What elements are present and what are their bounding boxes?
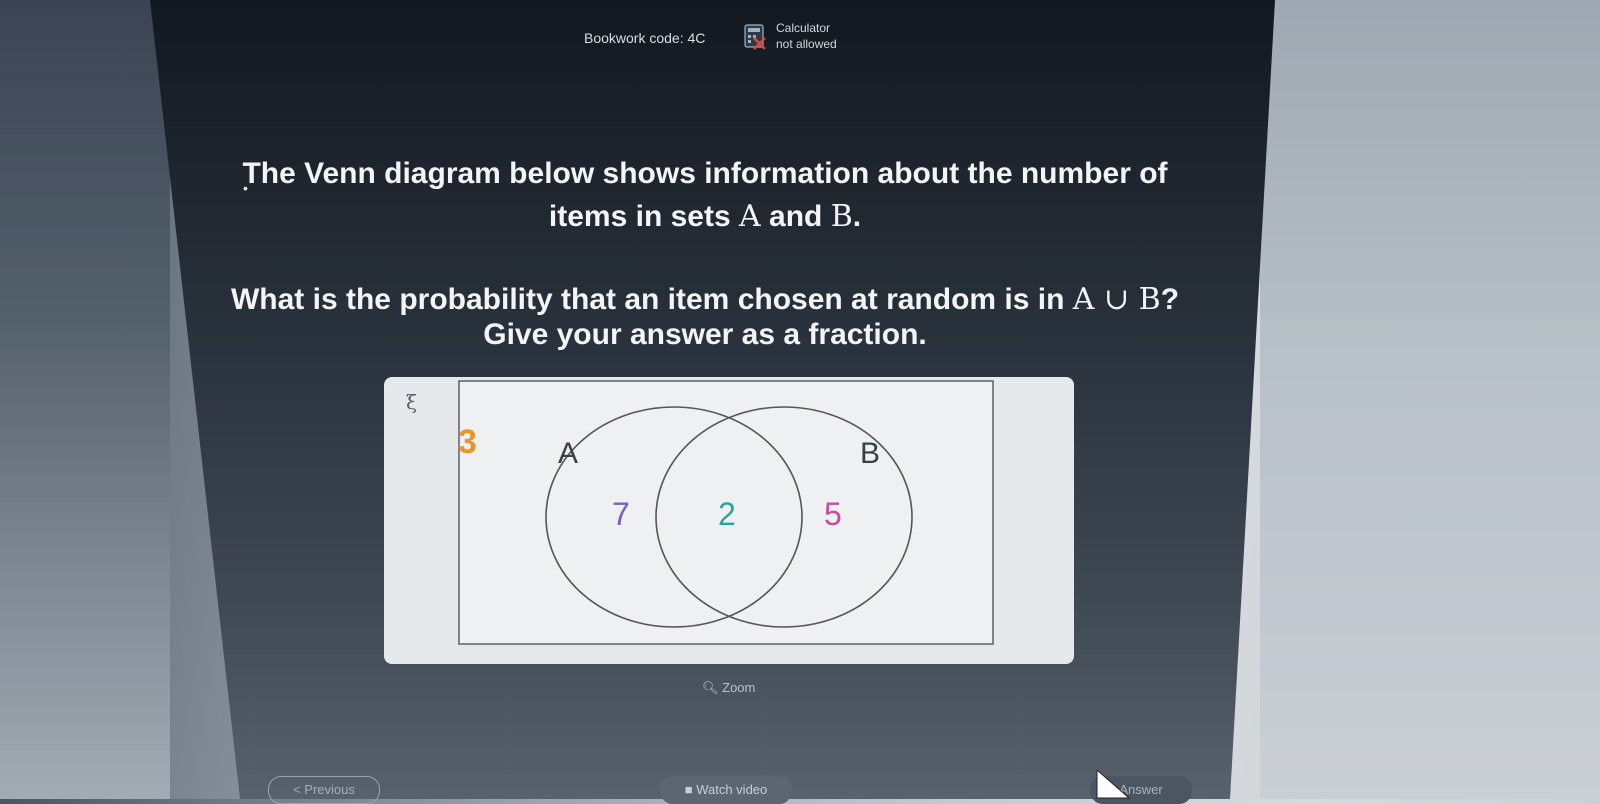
- set-a-label: A: [558, 437, 578, 470]
- question-line-3-post: ?: [1160, 283, 1180, 316]
- question-line-2-pre: items in sets: [548, 200, 739, 233]
- intersection-value: 2: [718, 496, 736, 532]
- header-bar: Bookwork code: 4C Calculator not allowed: [0, 0, 1600, 80]
- question-line-2: items in sets A and B.: [0, 199, 1410, 234]
- magnifier-icon: 🔍︎: [702, 680, 719, 695]
- only-b-value: 5: [824, 496, 842, 532]
- set-b-label: B: [860, 437, 880, 470]
- set-a-symbol: A: [739, 199, 761, 234]
- set-b-symbol: B: [830, 199, 853, 234]
- calculator-label: Calculator: [776, 21, 831, 35]
- question-line-4: Give your answer as a fraction.: [483, 318, 927, 351]
- question-line-3: What is the probability that an item cho…: [0, 282, 1410, 317]
- venn-diagram: ξ 3 A B 7 2 5: [406, 380, 994, 645]
- bookwork-code: Bookwork code: 4C: [584, 30, 706, 46]
- calculator-not-allowed: not allowed: [776, 37, 837, 51]
- outside-value: 3: [458, 423, 477, 461]
- background-right: [1260, 0, 1600, 799]
- question-line-3-pre: What is the probability that an item cho…: [230, 283, 1073, 316]
- background-left: [0, 0, 170, 799]
- video-icon: ■: [684, 782, 693, 797]
- venn-diagram-card[interactable]: ξ 3 A B 7 2 5: [384, 377, 1074, 664]
- only-a-value: 7: [612, 496, 630, 532]
- zoom-button[interactable]: 🔍︎ Zoom: [702, 680, 755, 696]
- question-line-1: The Venn diagram below shows information…: [242, 157, 1168, 190]
- universal-symbol: ξ: [406, 390, 417, 414]
- question-line-2-mid: and: [760, 200, 831, 233]
- calculator-crossed-icon: [744, 24, 766, 50]
- union-expression: A ∪ B: [1072, 282, 1161, 317]
- calculator-status: Calculator not allowed: [776, 20, 837, 52]
- mouse-cursor-icon: [1096, 770, 1131, 799]
- watch-video-button[interactable]: ■ Watch video: [660, 776, 792, 804]
- question-line-2-post: .: [852, 200, 862, 233]
- watch-video-label: Watch video: [696, 782, 768, 797]
- previous-button[interactable]: < Previous: [268, 776, 380, 804]
- zoom-label: Zoom: [722, 680, 756, 695]
